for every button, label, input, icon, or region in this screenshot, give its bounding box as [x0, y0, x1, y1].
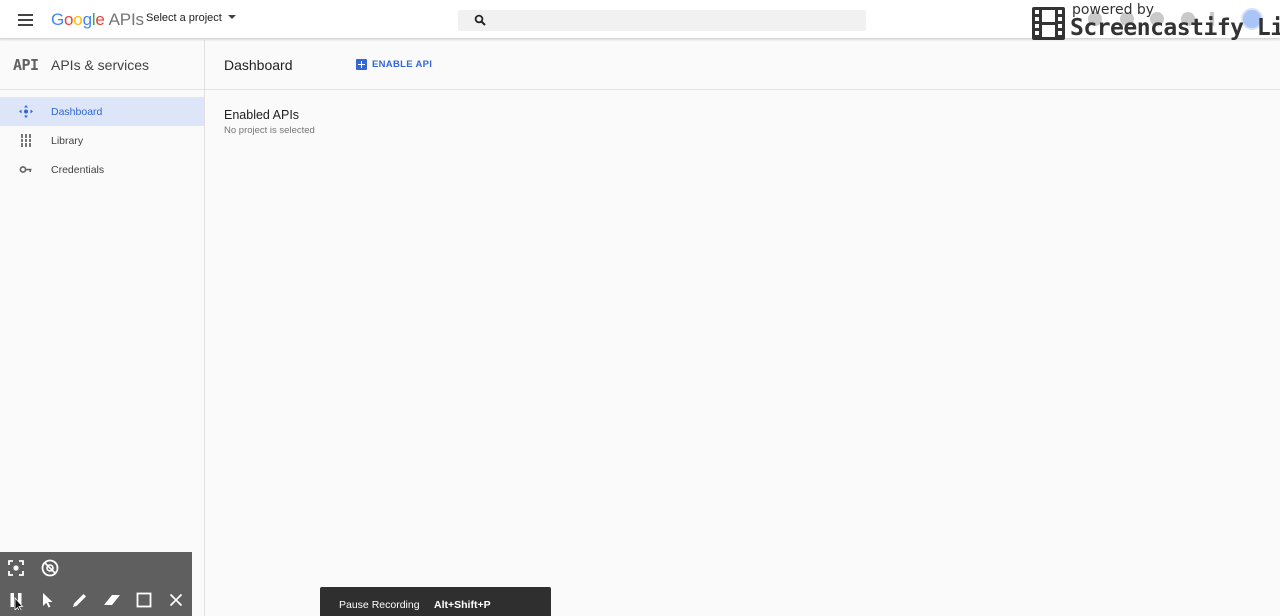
logo-letter: o [64, 10, 74, 29]
pause-recording-tooltip: Pause Recording Alt+Shift+P [320, 587, 551, 616]
key-icon [19, 166, 32, 173]
film-icon [1032, 7, 1065, 40]
tooltip-shortcut: Alt+Shift+P [434, 599, 491, 611]
logo-letter: o [73, 10, 83, 29]
enable-api-label: ENABLE API [372, 59, 433, 70]
logo-letter: G [51, 10, 65, 29]
sidebar-item-label: Dashboard [51, 106, 103, 118]
caret-down-icon [227, 15, 236, 19]
enabled-apis-heading: Enabled APIs [224, 108, 300, 122]
logo-letter: e [95, 10, 105, 29]
close-icon[interactable] [166, 590, 186, 610]
sidebar-header: API APIs & services [0, 40, 204, 90]
search-bar[interactable] [458, 10, 866, 31]
focus-icon[interactable] [6, 558, 26, 578]
sidebar-title: APIs & services [51, 57, 150, 73]
pen-icon[interactable] [70, 590, 90, 610]
recording-toolbar [0, 552, 192, 616]
rectangle-icon[interactable] [134, 590, 154, 610]
screencastify-watermark: powered by Screencastify Lite [1030, 2, 1280, 44]
sidebar-item-library[interactable]: Library [0, 126, 204, 155]
sidebar-item-credentials[interactable]: Credentials [0, 155, 204, 184]
sidebar-item-label: Credentials [51, 164, 105, 176]
library-icon [20, 134, 32, 147]
sidebar: API APIs & services Dashboard Library Cr… [0, 40, 205, 616]
pause-icon[interactable] [6, 590, 26, 610]
dashboard-icon [19, 105, 33, 118]
project-selector[interactable]: Select a project [146, 12, 236, 24]
watermark-big-text: Screencastify Lite [1070, 15, 1280, 41]
cursor-icon[interactable] [38, 590, 58, 610]
webcam-icon[interactable] [40, 558, 60, 578]
sidebar-item-dashboard[interactable]: Dashboard [0, 97, 204, 126]
search-icon [474, 14, 486, 26]
api-icon: API [13, 56, 39, 74]
menu-icon[interactable] [14, 9, 38, 31]
logo-suffix: APIs [108, 10, 144, 29]
main-header: Dashboard ENABLE API [205, 40, 1280, 90]
tooltip-label: Pause Recording [339, 599, 420, 611]
eraser-icon[interactable] [102, 590, 122, 610]
logo-letter: g [82, 10, 92, 29]
project-selector-label: Select a project [146, 12, 222, 24]
google-apis-logo[interactable]: Google APIs [51, 10, 144, 30]
search-input[interactable] [494, 12, 854, 29]
enabled-apis-status: No project is selected [224, 125, 315, 136]
page-title: Dashboard [224, 57, 293, 73]
add-box-icon [356, 59, 367, 70]
sidebar-item-label: Library [51, 135, 84, 147]
